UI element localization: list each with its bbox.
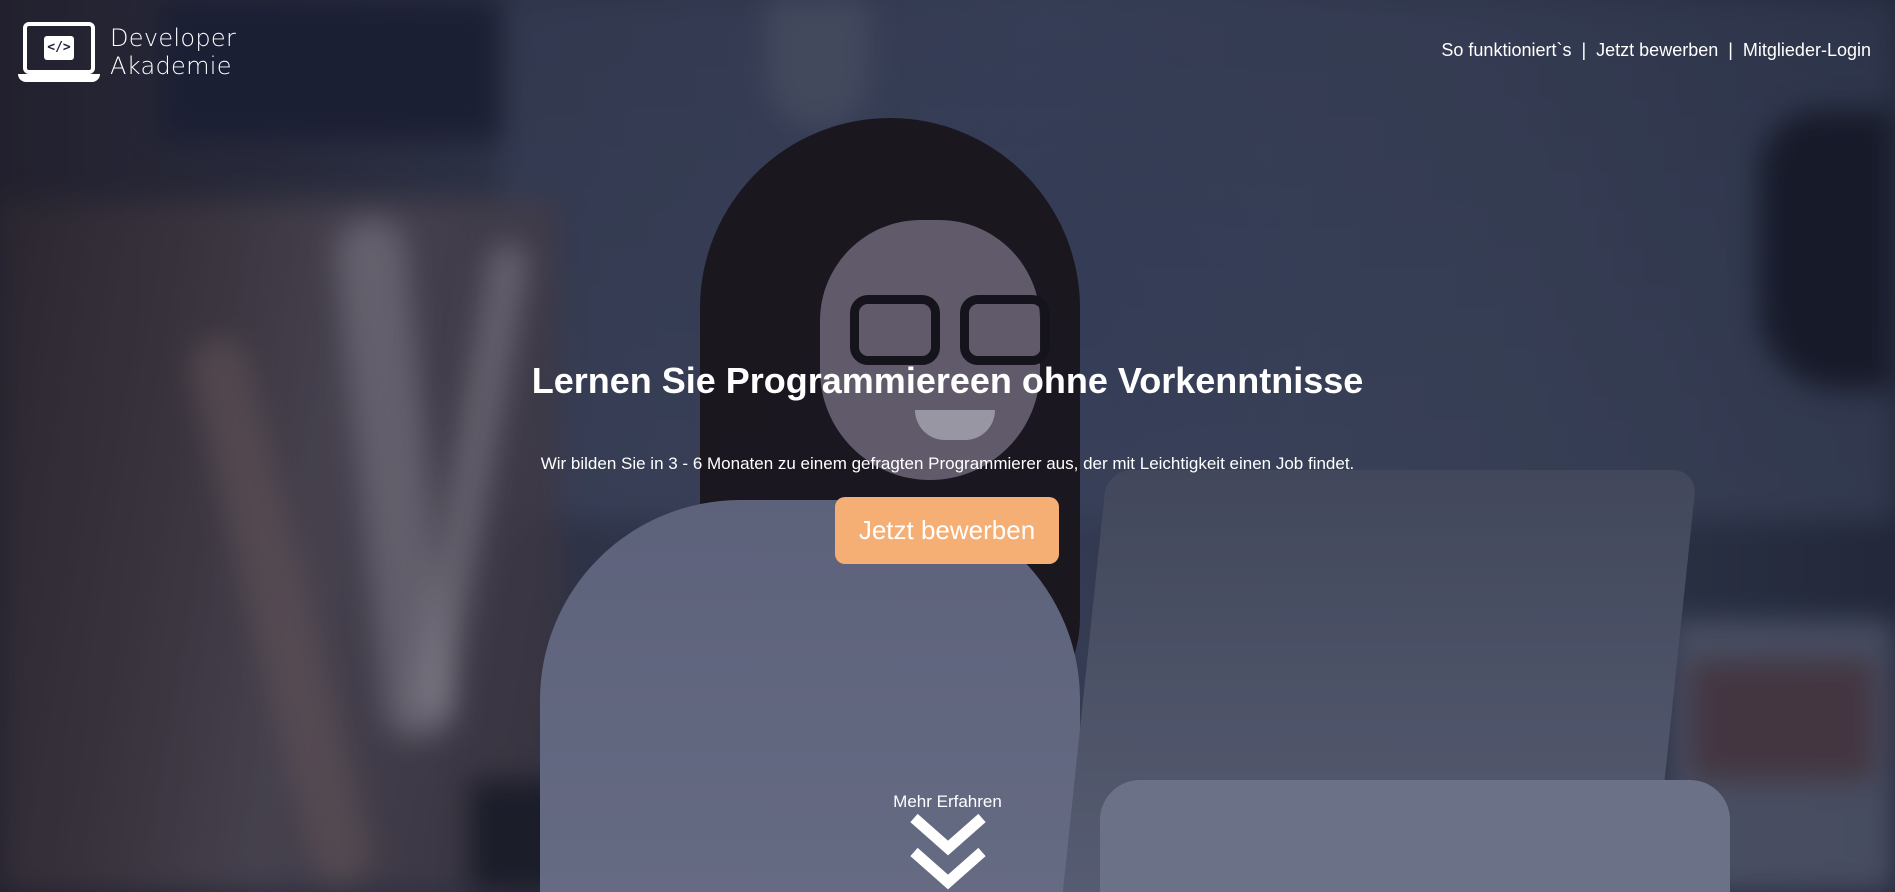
brand-name: Developer Akademie [110, 24, 236, 80]
hero-subline: Wir bilden Sie in 3 - 6 Monaten zu einem… [540, 454, 1355, 473]
hero-headline: Lernen Sie Programmiereen ohne Vorkenntn… [531, 360, 1364, 401]
nav-link-member-login[interactable]: Mitglieder-Login [1743, 40, 1871, 61]
learn-more-label[interactable]: Mehr Erfahren [0, 792, 1895, 812]
top-nav: So funktioniert`s | Jetzt bewerben | Mit… [1441, 40, 1871, 61]
brand-logo[interactable]: </> Developer Akademie [18, 22, 236, 82]
dark-overlay [0, 0, 1895, 892]
nav-link-how-it-works[interactable]: So funktioniert`s [1441, 40, 1571, 61]
hero-section: </> Developer Akademie So funktioniert`s… [0, 0, 1895, 892]
code-laptop-icon: </> [18, 22, 100, 82]
nav-separator: | [1728, 40, 1733, 60]
brand-line-2: Akademie [110, 52, 232, 80]
code-glyph: </> [44, 36, 74, 60]
nav-separator: | [1581, 40, 1587, 60]
brand-line-1: Developer [110, 24, 237, 52]
apply-button[interactable]: Jetzt bewerben [835, 497, 1059, 564]
nav-link-apply[interactable]: Jetzt bewerben [1596, 40, 1718, 61]
double-chevron-down-icon[interactable] [908, 812, 988, 892]
